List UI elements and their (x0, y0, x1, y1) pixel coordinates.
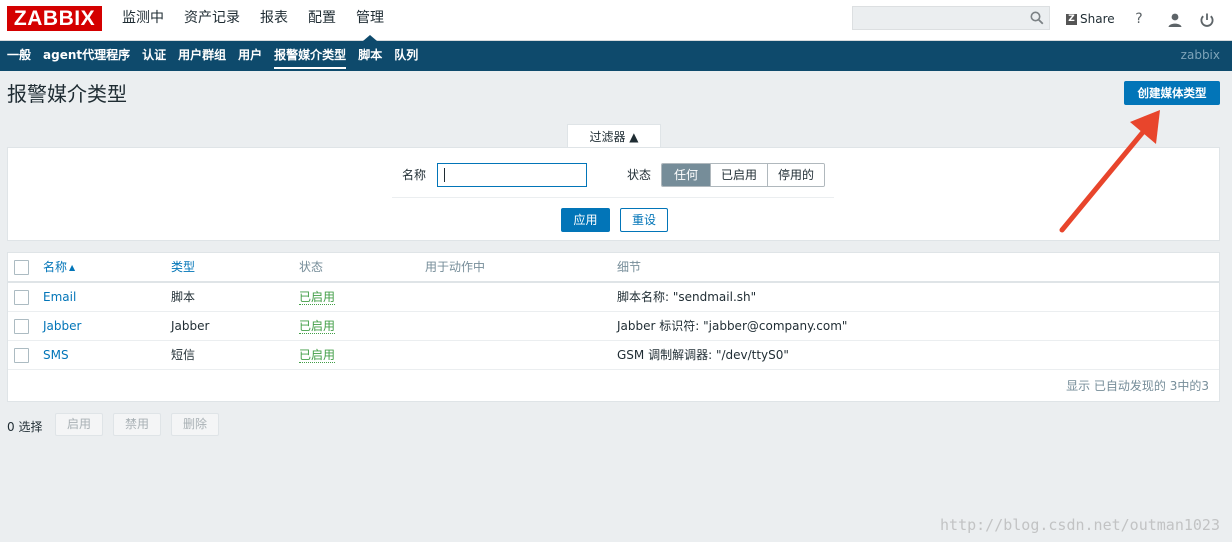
logout-icon[interactable] (1199, 11, 1215, 29)
status-option-disabled[interactable]: 停用的 (767, 164, 825, 186)
top-bar: ZABBIX 监测中 资产记录 报表 配置 管理 Z Share ? (0, 0, 1232, 41)
page-title: 报警媒介类型 (7, 82, 127, 106)
row-checkbox[interactable] (14, 290, 29, 305)
filter-status-toggle: 任何 已启用 停用的 (661, 163, 826, 187)
status-toggle-link[interactable]: 已启用 (299, 348, 336, 363)
media-status-cell: 已启用 (299, 312, 336, 341)
status-option-enabled[interactable]: 已启用 (710, 164, 768, 186)
sort-by-type-link[interactable]: 类型 (171, 260, 195, 274)
row-checkbox[interactable] (14, 319, 29, 334)
text-caret (444, 168, 445, 182)
table-row: Jabber Jabber 已启用 Jabber 标识符: "jabber@co… (8, 312, 1219, 341)
filter-divider (392, 197, 834, 198)
column-header-details: 细节 (617, 260, 642, 274)
search-icon[interactable] (1030, 11, 1044, 25)
reset-button[interactable]: 重设 (620, 208, 668, 232)
submenu-users[interactable]: 用户 (232, 41, 268, 71)
media-types-table: 名称 ▲ 类型 状态 用于动作中 细节 Email 脚本 已启用 脚本名称: "s… (7, 252, 1220, 402)
submenu-authentication[interactable]: 认证 (136, 41, 172, 71)
filter-name-input[interactable] (437, 163, 587, 187)
sort-by-name-link[interactable]: 名称 (43, 260, 67, 274)
annotation-arrow-icon (1059, 110, 1160, 233)
media-details-cell: GSM 调制解调器: "/dev/ttyS0" (617, 348, 789, 362)
sub-menu-bar: 一般 agent代理程序 认证 用户群组 用户 报警媒介类型 脚本 队列 zab… (0, 41, 1232, 71)
submenu-media-types[interactable]: 报警媒介类型 (268, 41, 352, 71)
submenu-general[interactable]: 一般 (0, 41, 37, 71)
zabbix-logo[interactable]: ZABBIX (7, 6, 102, 31)
watermark: http://blog.csdn.net/outman1023 (940, 516, 1220, 534)
media-type-cell: 短信 (171, 348, 196, 362)
share-link[interactable]: Z Share (1066, 10, 1115, 28)
sort-asc-icon: ▲ (69, 263, 76, 272)
search-input[interactable] (852, 6, 1050, 30)
filter-panel: 名称 状态 任何 已启用 停用的 应用 重设 (7, 147, 1220, 241)
submenu-proxies[interactable]: agent代理程序 (37, 41, 136, 71)
status-toggle-link[interactable]: 已启用 (299, 319, 336, 334)
filter-tab[interactable]: 过滤器 ▲ (567, 124, 661, 148)
menu-configuration[interactable]: 配置 (298, 0, 346, 41)
filter-name-label: 名称 (402, 168, 427, 182)
media-name-cell: Jabber (43, 312, 81, 341)
apply-button[interactable]: 应用 (561, 208, 610, 232)
column-header-name[interactable]: 名称 ▲ (43, 253, 75, 282)
table-row: Email 脚本 已启用 脚本名称: "sendmail.sh" (8, 283, 1219, 312)
column-header-used-in-actions: 用于动作中 (425, 260, 486, 274)
media-name-cell: Email (43, 283, 76, 312)
menu-administration[interactable]: 管理 (346, 0, 394, 41)
media-name-link[interactable]: Jabber (43, 319, 81, 333)
sub-menu: 一般 agent代理程序 认证 用户群组 用户 报警媒介类型 脚本 队列 (0, 41, 424, 71)
enable-button[interactable]: 启用 (55, 413, 103, 436)
main-menu: 监测中 资产记录 报表 配置 管理 (112, 0, 394, 41)
media-name-link[interactable]: SMS (43, 348, 69, 362)
submenu-queue[interactable]: 队列 (388, 41, 424, 71)
media-status-cell: 已启用 (299, 283, 336, 312)
share-label: Share (1080, 12, 1115, 26)
status-toggle-link[interactable]: 已启用 (299, 290, 336, 305)
filter-status-label: 状态 (627, 168, 652, 182)
column-header-type[interactable]: 类型 (171, 253, 195, 282)
submenu-scripts[interactable]: 脚本 (352, 41, 388, 71)
status-option-any[interactable]: 任何 (662, 164, 711, 186)
row-checkbox[interactable] (14, 348, 29, 363)
server-name: zabbix (1180, 48, 1220, 62)
delete-button[interactable]: 删除 (171, 413, 219, 436)
media-name-link[interactable]: Email (43, 290, 76, 304)
user-profile-icon[interactable] (1167, 11, 1183, 29)
submenu-user-groups[interactable]: 用户群组 (172, 41, 232, 71)
media-name-cell: SMS (43, 341, 69, 370)
selected-count: 0 选择 (7, 420, 43, 434)
media-type-cell: Jabber (171, 319, 210, 333)
menu-inventory[interactable]: 资产记录 (174, 0, 250, 41)
table-paging-info: 显示 已自动发现的 3中的3 (1066, 379, 1209, 393)
menu-monitoring[interactable]: 监测中 (112, 0, 174, 41)
table-row: SMS 短信 已启用 GSM 调制解调器: "/dev/ttyS0" (8, 341, 1219, 370)
media-details-cell: 脚本名称: "sendmail.sh" (617, 290, 757, 304)
disable-button[interactable]: 禁用 (113, 413, 161, 436)
media-type-cell: 脚本 (171, 290, 196, 304)
table-header: 名称 ▲ 类型 状态 用于动作中 细节 (8, 253, 1219, 283)
create-media-type-button[interactable]: 创建媒体类型 (1124, 81, 1220, 105)
help-icon[interactable]: ? (1131, 10, 1147, 28)
media-status-cell: 已启用 (299, 341, 336, 370)
select-all-checkbox[interactable] (14, 260, 29, 275)
media-details-cell: Jabber 标识符: "jabber@company.com" (617, 319, 848, 333)
menu-reports[interactable]: 报表 (250, 0, 298, 41)
column-header-status: 状态 (299, 260, 324, 274)
share-icon: Z (1066, 13, 1077, 25)
